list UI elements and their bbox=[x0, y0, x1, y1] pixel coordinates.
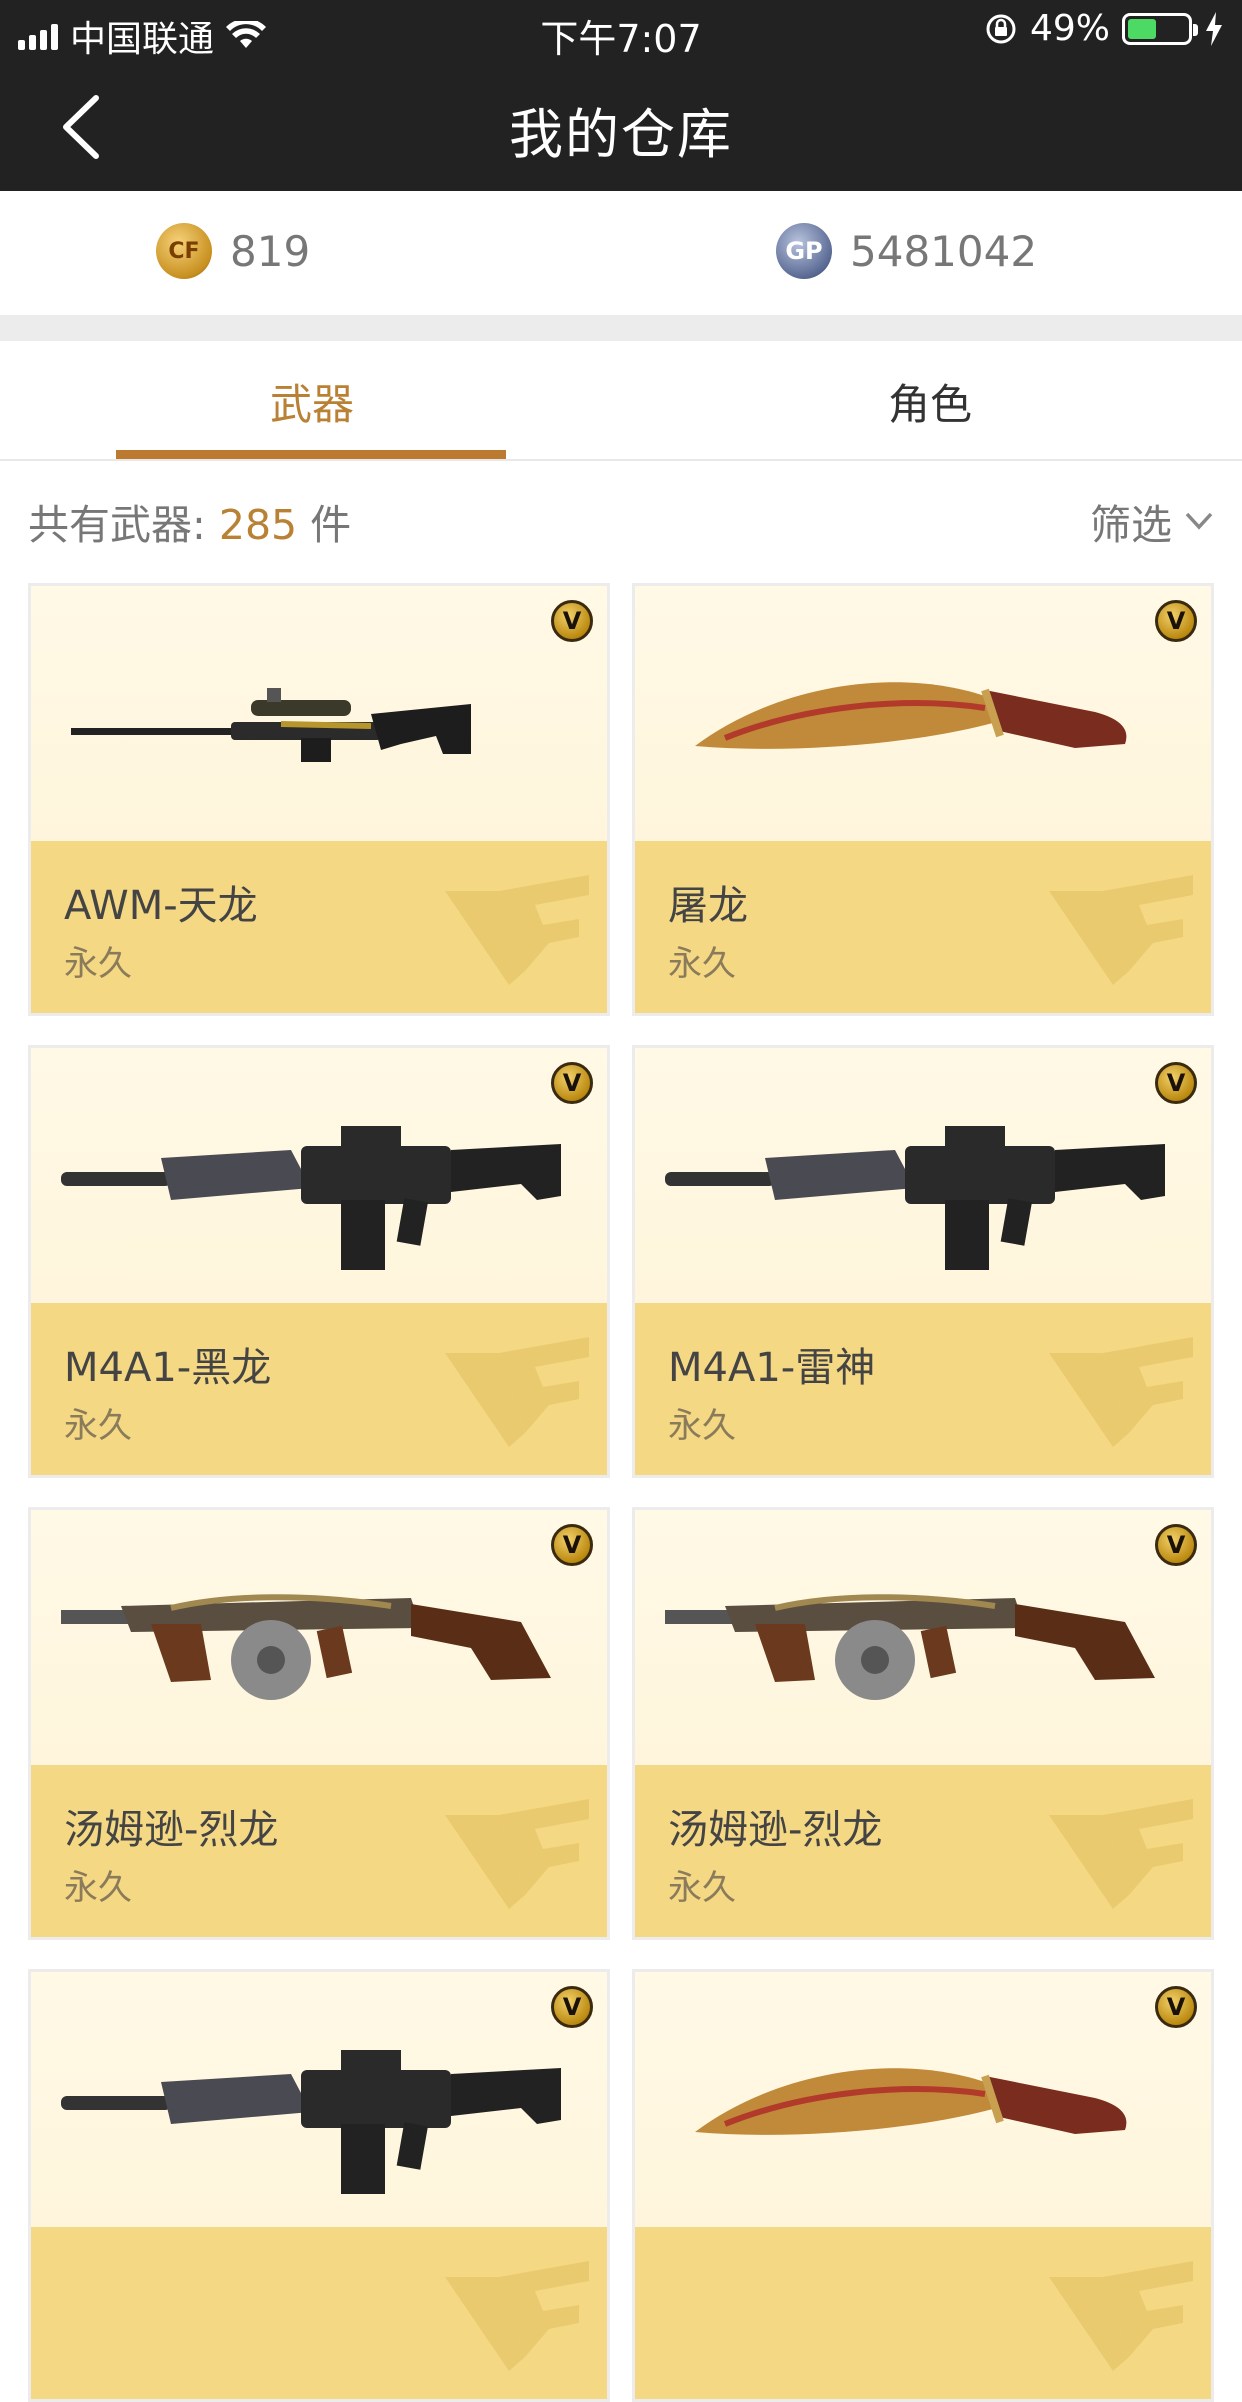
weapon-duration: 永久 bbox=[64, 1868, 132, 1908]
tab-indicator bbox=[116, 450, 506, 459]
weapon-name: M4A1-黑龙 bbox=[64, 1345, 272, 1391]
weapon-info bbox=[31, 2227, 607, 2399]
weapon-name: 汤姆逊-烈龙 bbox=[668, 1807, 883, 1853]
vip-badge-icon: V bbox=[551, 1062, 593, 1104]
weapon-name: 汤姆逊-烈龙 bbox=[64, 1807, 279, 1853]
weapon-info: M4A1-雷神永久 bbox=[635, 1303, 1211, 1475]
weapon-duration: 永久 bbox=[64, 1406, 132, 1446]
weapon-duration: 永久 bbox=[668, 944, 736, 984]
vip-badge-icon: V bbox=[551, 1986, 593, 2028]
weapon-card[interactable]: V 汤姆逊-烈龙永久 bbox=[632, 1507, 1214, 1940]
gp-value: 5481042 bbox=[850, 226, 1038, 276]
weapon-info bbox=[635, 2227, 1211, 2399]
weapon-card[interactable]: V M4A1-黑龙永久 bbox=[28, 1045, 610, 1478]
gp-points: GP 5481042 bbox=[776, 223, 1037, 279]
weapon-count-label: 共有武器: bbox=[28, 501, 219, 549]
cf-logo-watermark-icon bbox=[439, 861, 599, 991]
vip-badge-icon: V bbox=[1155, 1986, 1197, 2028]
weapon-info: 屠龙 永久 bbox=[635, 841, 1211, 1013]
weapon-name: M4A1-雷神 bbox=[668, 1345, 876, 1391]
weapon-info: 汤姆逊-烈龙永久 bbox=[635, 1765, 1211, 1937]
status-bar: 中国联通 下午7:07 49% bbox=[0, 0, 1242, 62]
cf-logo-watermark-icon bbox=[1043, 861, 1203, 991]
weapon-card[interactable]: V AWM-天龙永久 bbox=[28, 583, 610, 1016]
weapon-info: M4A1-黑龙永久 bbox=[31, 1303, 607, 1475]
weapon-duration: 永久 bbox=[64, 944, 132, 984]
gp-coin-icon: GP bbox=[776, 223, 832, 279]
weapon-image-area: V bbox=[635, 1048, 1211, 1303]
battery-icon bbox=[1122, 12, 1198, 45]
weapon-image-area: V bbox=[31, 586, 607, 841]
vip-badge-icon: V bbox=[1155, 1524, 1197, 1566]
weapon-card[interactable]: V 汤姆逊-烈龙永久 bbox=[28, 1507, 610, 1940]
nav-bar: 我的仓库 bbox=[0, 62, 1242, 191]
tab-characters[interactable]: 角色 bbox=[888, 371, 972, 432]
kukri-knife-icon bbox=[655, 2012, 1191, 2202]
vip-badge-icon: V bbox=[551, 600, 593, 642]
weapon-duration: 永久 bbox=[668, 1868, 736, 1908]
weapon-info: 汤姆逊-烈龙永久 bbox=[31, 1765, 607, 1937]
weapon-image-area: V bbox=[31, 1510, 607, 1765]
weapon-info: AWM-天龙永久 bbox=[31, 841, 607, 1013]
weapon-image-area: V bbox=[635, 1510, 1211, 1765]
battery-percent: 49% bbox=[1029, 8, 1110, 49]
rotation-lock-icon bbox=[986, 14, 1016, 43]
weapon-card[interactable]: V 屠龙永久 bbox=[632, 583, 1214, 1016]
weapon-card[interactable]: V bbox=[28, 1969, 610, 2402]
vip-badge-icon: V bbox=[1155, 600, 1197, 642]
charging-icon bbox=[1206, 11, 1222, 46]
tab-bar: 武器 角色 bbox=[0, 341, 1242, 461]
chevron-down-icon bbox=[1185, 512, 1213, 530]
weapon-duration: 永久 bbox=[668, 1406, 736, 1446]
kukri-knife-icon bbox=[655, 626, 1191, 816]
section-divider bbox=[0, 315, 1242, 341]
cf-points: CF 819 bbox=[156, 223, 310, 279]
cf-points-value: 819 bbox=[230, 226, 311, 276]
weapon-card[interactable]: V M4A1-雷神永久 bbox=[632, 1045, 1214, 1478]
cf-logo-watermark-icon bbox=[1043, 1785, 1203, 1915]
cf-logo-watermark-icon bbox=[439, 1323, 599, 1453]
weapon-image-area: V bbox=[635, 1972, 1211, 2227]
cf-logo-watermark-icon bbox=[439, 2247, 599, 2377]
page-title: 我的仓库 bbox=[509, 103, 733, 166]
weapon-count-unit: 件 bbox=[297, 501, 352, 549]
filter-button[interactable]: 筛选 bbox=[1090, 491, 1214, 551]
vip-badge-icon: V bbox=[1155, 1062, 1197, 1104]
cf-logo-watermark-icon bbox=[1043, 2247, 1203, 2377]
thompson-smg-icon bbox=[655, 1550, 1191, 1740]
sniper-rifle-icon bbox=[51, 626, 587, 816]
filter-label: 筛选 bbox=[1090, 501, 1172, 549]
tab-weapons[interactable]: 武器 bbox=[270, 371, 354, 432]
cf-logo-watermark-icon bbox=[1043, 1323, 1203, 1453]
assault-rifle-icon bbox=[51, 2012, 587, 2202]
vip-badge-icon: V bbox=[551, 1524, 593, 1566]
weapon-image-area: V bbox=[635, 586, 1211, 841]
weapon-image-area: V bbox=[31, 1048, 607, 1303]
weapon-name: 屠龙 bbox=[668, 883, 748, 929]
cf-coin-icon: CF bbox=[156, 223, 212, 279]
weapon-name: AWM-天龙 bbox=[64, 883, 258, 929]
weapon-image-area: V bbox=[31, 1972, 607, 2227]
cf-logo-watermark-icon bbox=[439, 1785, 599, 1915]
weapon-card[interactable]: V bbox=[632, 1969, 1214, 2402]
top-bar: 中国联通 下午7:07 49% 我的仓库 bbox=[0, 0, 1242, 191]
assault-rifle-icon bbox=[655, 1088, 1191, 1278]
currency-bar: CF 819 GP 5481042 bbox=[0, 191, 1242, 315]
thompson-smg-icon bbox=[51, 1550, 587, 1740]
weapon-count: 共有武器: 285 件 bbox=[28, 491, 351, 551]
summary-row: 共有武器: 285 件 筛选 bbox=[0, 461, 1242, 571]
weapon-count-number: 285 bbox=[218, 501, 298, 549]
assault-rifle-icon bbox=[51, 1088, 587, 1278]
